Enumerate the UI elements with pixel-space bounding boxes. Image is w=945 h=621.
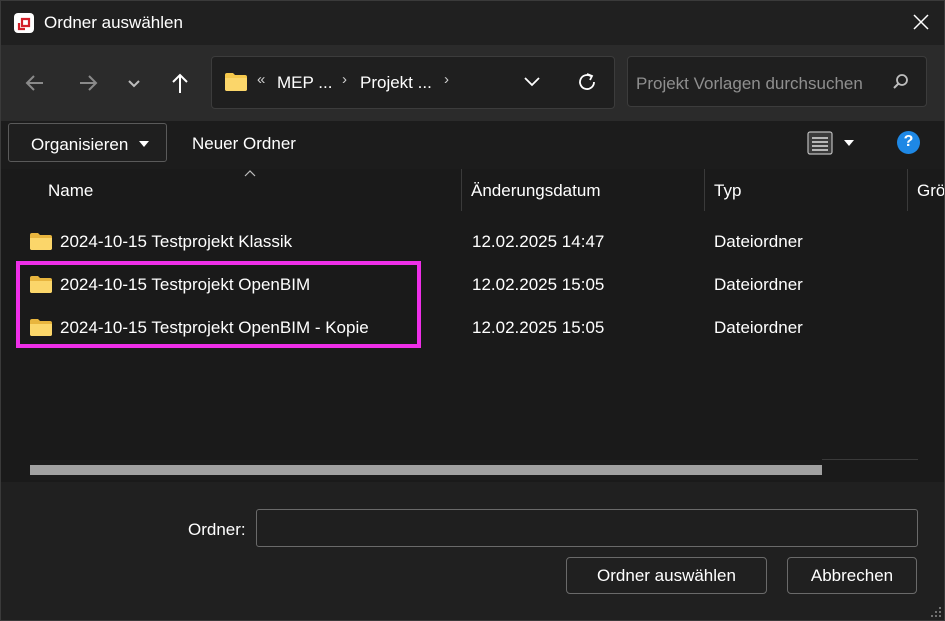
arrow-up-icon	[172, 73, 188, 93]
file-row[interactable]: 2024-10-15 Testprojekt OpenBIM - Kopie 1…	[1, 305, 944, 347]
file-type: Dateiordner	[714, 275, 803, 294]
file-list: Name Änderungsdatum Typ Grö 2024-10-15 T…	[1, 169, 944, 482]
divider	[822, 459, 918, 460]
close-button[interactable]	[898, 1, 944, 45]
caret-down-icon	[139, 141, 149, 147]
help-icon: ?	[903, 133, 914, 150]
file-type: Dateiordner	[714, 232, 803, 251]
back-button[interactable]	[21, 69, 49, 97]
title-bar: Ordner auswählen	[1, 1, 944, 45]
file-name: 2024-10-15 Testprojekt Klassik	[60, 232, 293, 251]
close-icon	[913, 14, 929, 30]
view-list-icon[interactable]	[807, 131, 833, 155]
dialog-footer: Ordner: Ordner auswählen Abbrechen	[1, 482, 944, 620]
arrow-right-icon	[80, 75, 98, 91]
breadcrumb-item-projekt[interactable]: Projekt ...	[360, 73, 432, 93]
navigation-bar: « MEP ... › Projekt ... ›	[1, 45, 944, 121]
breadcrumb-chevron-icon[interactable]: ›	[444, 71, 449, 88]
column-header-name[interactable]: Name	[1, 169, 461, 211]
horizontal-scrollbar[interactable]	[1, 459, 944, 482]
file-row[interactable]: 2024-10-15 Testprojekt Klassik 12.02.202…	[1, 219, 944, 261]
file-row[interactable]: 2024-10-15 Testprojekt OpenBIM 12.02.202…	[1, 262, 944, 304]
folder-icon	[30, 233, 52, 250]
folder-picker-dialog: Ordner auswählen « MEP ... › Projekt ...…	[0, 0, 945, 621]
breadcrumb-overflow[interactable]: «	[257, 71, 265, 88]
arrow-left-icon	[25, 75, 43, 91]
file-modified: 12.02.2025 14:47	[472, 232, 605, 251]
window-title: Ordner auswählen	[44, 13, 183, 32]
command-bar: Organisieren Neuer Ordner ?	[1, 121, 944, 169]
recent-locations-button[interactable]	[120, 69, 148, 97]
search-icon[interactable]	[892, 73, 910, 91]
search-input[interactable]	[634, 71, 878, 97]
column-header-size[interactable]: Grö	[908, 169, 944, 211]
new-folder-label: Neuer Ordner	[192, 134, 296, 153]
breadcrumb-chevron-icon[interactable]: ›	[342, 71, 347, 88]
column-header-modified[interactable]: Änderungsdatum	[462, 169, 704, 211]
file-modified: 12.02.2025 15:05	[472, 318, 605, 337]
folder-icon	[225, 73, 247, 91]
file-modified: 12.02.2025 15:05	[472, 275, 605, 294]
folder-name-input[interactable]	[256, 509, 918, 547]
organize-label: Organisieren	[31, 135, 129, 154]
refresh-icon[interactable]	[576, 71, 598, 93]
column-header-type[interactable]: Typ	[705, 169, 907, 211]
chevron-down-icon	[128, 80, 140, 88]
up-button[interactable]	[166, 69, 194, 97]
organize-button[interactable]: Organisieren	[8, 123, 167, 162]
file-type: Dateiordner	[714, 318, 803, 337]
scrollbar-thumb[interactable]	[30, 465, 822, 475]
folder-icon	[30, 276, 52, 293]
cancel-button[interactable]: Abbrechen	[787, 557, 917, 594]
search-box[interactable]	[627, 56, 927, 107]
app-logo-icon	[14, 13, 34, 33]
forward-button[interactable]	[74, 69, 102, 97]
file-name: 2024-10-15 Testprojekt OpenBIM	[60, 275, 311, 294]
breadcrumb-item-mep[interactable]: MEP ...	[277, 73, 332, 93]
chevron-down-icon[interactable]	[522, 74, 542, 90]
file-name: 2024-10-15 Testprojekt OpenBIM - Kopie	[60, 318, 369, 337]
folder-label: Ordner:	[188, 520, 246, 539]
new-folder-button[interactable]: Neuer Ordner	[179, 123, 314, 162]
address-bar[interactable]: « MEP ... › Projekt ... ›	[211, 56, 615, 109]
folder-icon	[30, 319, 52, 336]
caret-down-icon[interactable]	[844, 140, 854, 146]
help-button[interactable]: ?	[897, 131, 920, 154]
resize-grip-icon[interactable]	[930, 606, 942, 618]
select-folder-button[interactable]: Ordner auswählen	[566, 557, 767, 594]
